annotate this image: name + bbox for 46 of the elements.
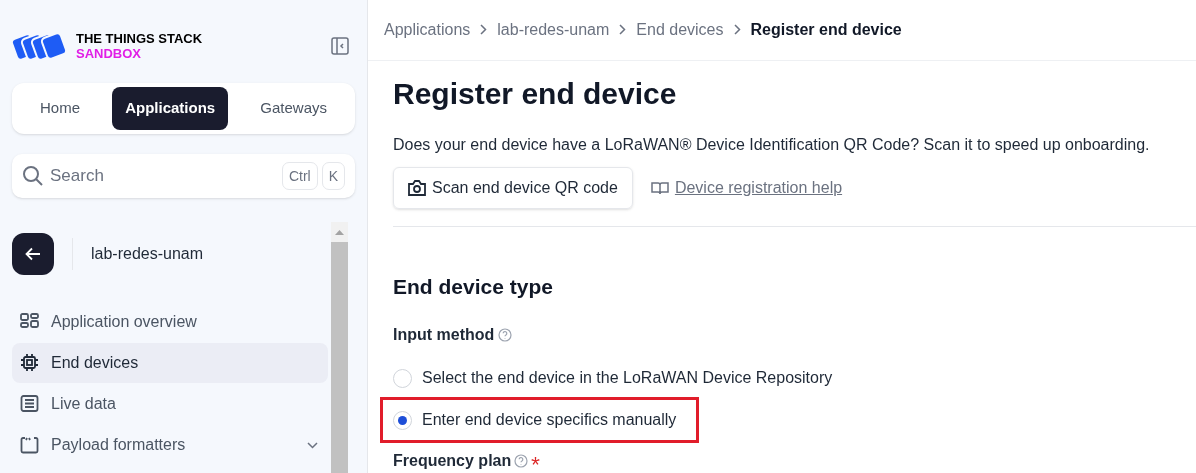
chip-icon [20, 354, 39, 372]
sidebar-item[interactable]: End devices [12, 343, 328, 383]
brand-edition: SANDBOX [76, 46, 142, 61]
grid-icon [20, 313, 39, 331]
search-field[interactable]: Search Ctrl K [12, 154, 355, 198]
scrollbar[interactable] [331, 222, 348, 473]
logo-icon [12, 32, 68, 60]
brand-name: THE THINGS STACK [76, 31, 203, 46]
section-title: End device type [393, 273, 554, 300]
help-icon [514, 454, 529, 468]
radio-option[interactable]: Select the end device in the LoRaWAN Device Repository [393, 366, 833, 390]
book-icon [650, 180, 669, 195]
back-button[interactable] [12, 233, 54, 275]
nav-tab[interactable]: Gateways [238, 87, 349, 130]
code-bracket-icon [20, 436, 39, 454]
sidebar-item[interactable]: Payload formatters [12, 425, 328, 465]
help-link[interactable]: Device registration help [650, 175, 843, 200]
search-input[interactable]: Search [50, 163, 276, 189]
search-icon [22, 165, 44, 187]
shortcut-key: Ctrl [281, 162, 318, 190]
help-icon [498, 328, 513, 342]
nav-tab[interactable]: Applications [112, 87, 229, 130]
nav-tab[interactable]: Home [18, 87, 102, 130]
camera-icon [408, 179, 426, 196]
list-icon [20, 395, 39, 413]
radio-button[interactable] [393, 410, 412, 430]
sidebar-item[interactable]: Application overview [12, 302, 328, 342]
qr-prompt: Does your end device have a LoRaWAN® Device Identification QR Code? Scan it to speed up onboarding. [393, 134, 1151, 155]
application-name: lab-redes-unam [91, 244, 204, 264]
radio-button[interactable] [393, 368, 412, 388]
field-label: Frequency plan [393, 451, 512, 471]
breadcrumb-link[interactable]: Applications [384, 17, 471, 42]
sidebar-item[interactable]: Live data [12, 384, 328, 424]
field-label: Input method [393, 325, 495, 345]
breadcrumb-link[interactable]: End devices [636, 17, 724, 42]
shortcut-key: K [321, 162, 345, 190]
chevron-right-icon [733, 24, 741, 36]
radio-option[interactable]: Enter end device specifics manually [393, 408, 677, 432]
breadcrumb-link[interactable]: lab-redes-unam [497, 17, 610, 42]
back-arrow-icon [25, 247, 41, 261]
collapse-sidebar-icon[interactable] [331, 37, 349, 55]
breadcrumb-current: Register end device [750, 19, 902, 40]
scan-qr-button[interactable]: Scan end device QR code [393, 166, 633, 209]
page-title: Register end device [393, 75, 678, 112]
chevron-right-icon [480, 24, 488, 36]
chevron-right-icon [619, 24, 627, 36]
